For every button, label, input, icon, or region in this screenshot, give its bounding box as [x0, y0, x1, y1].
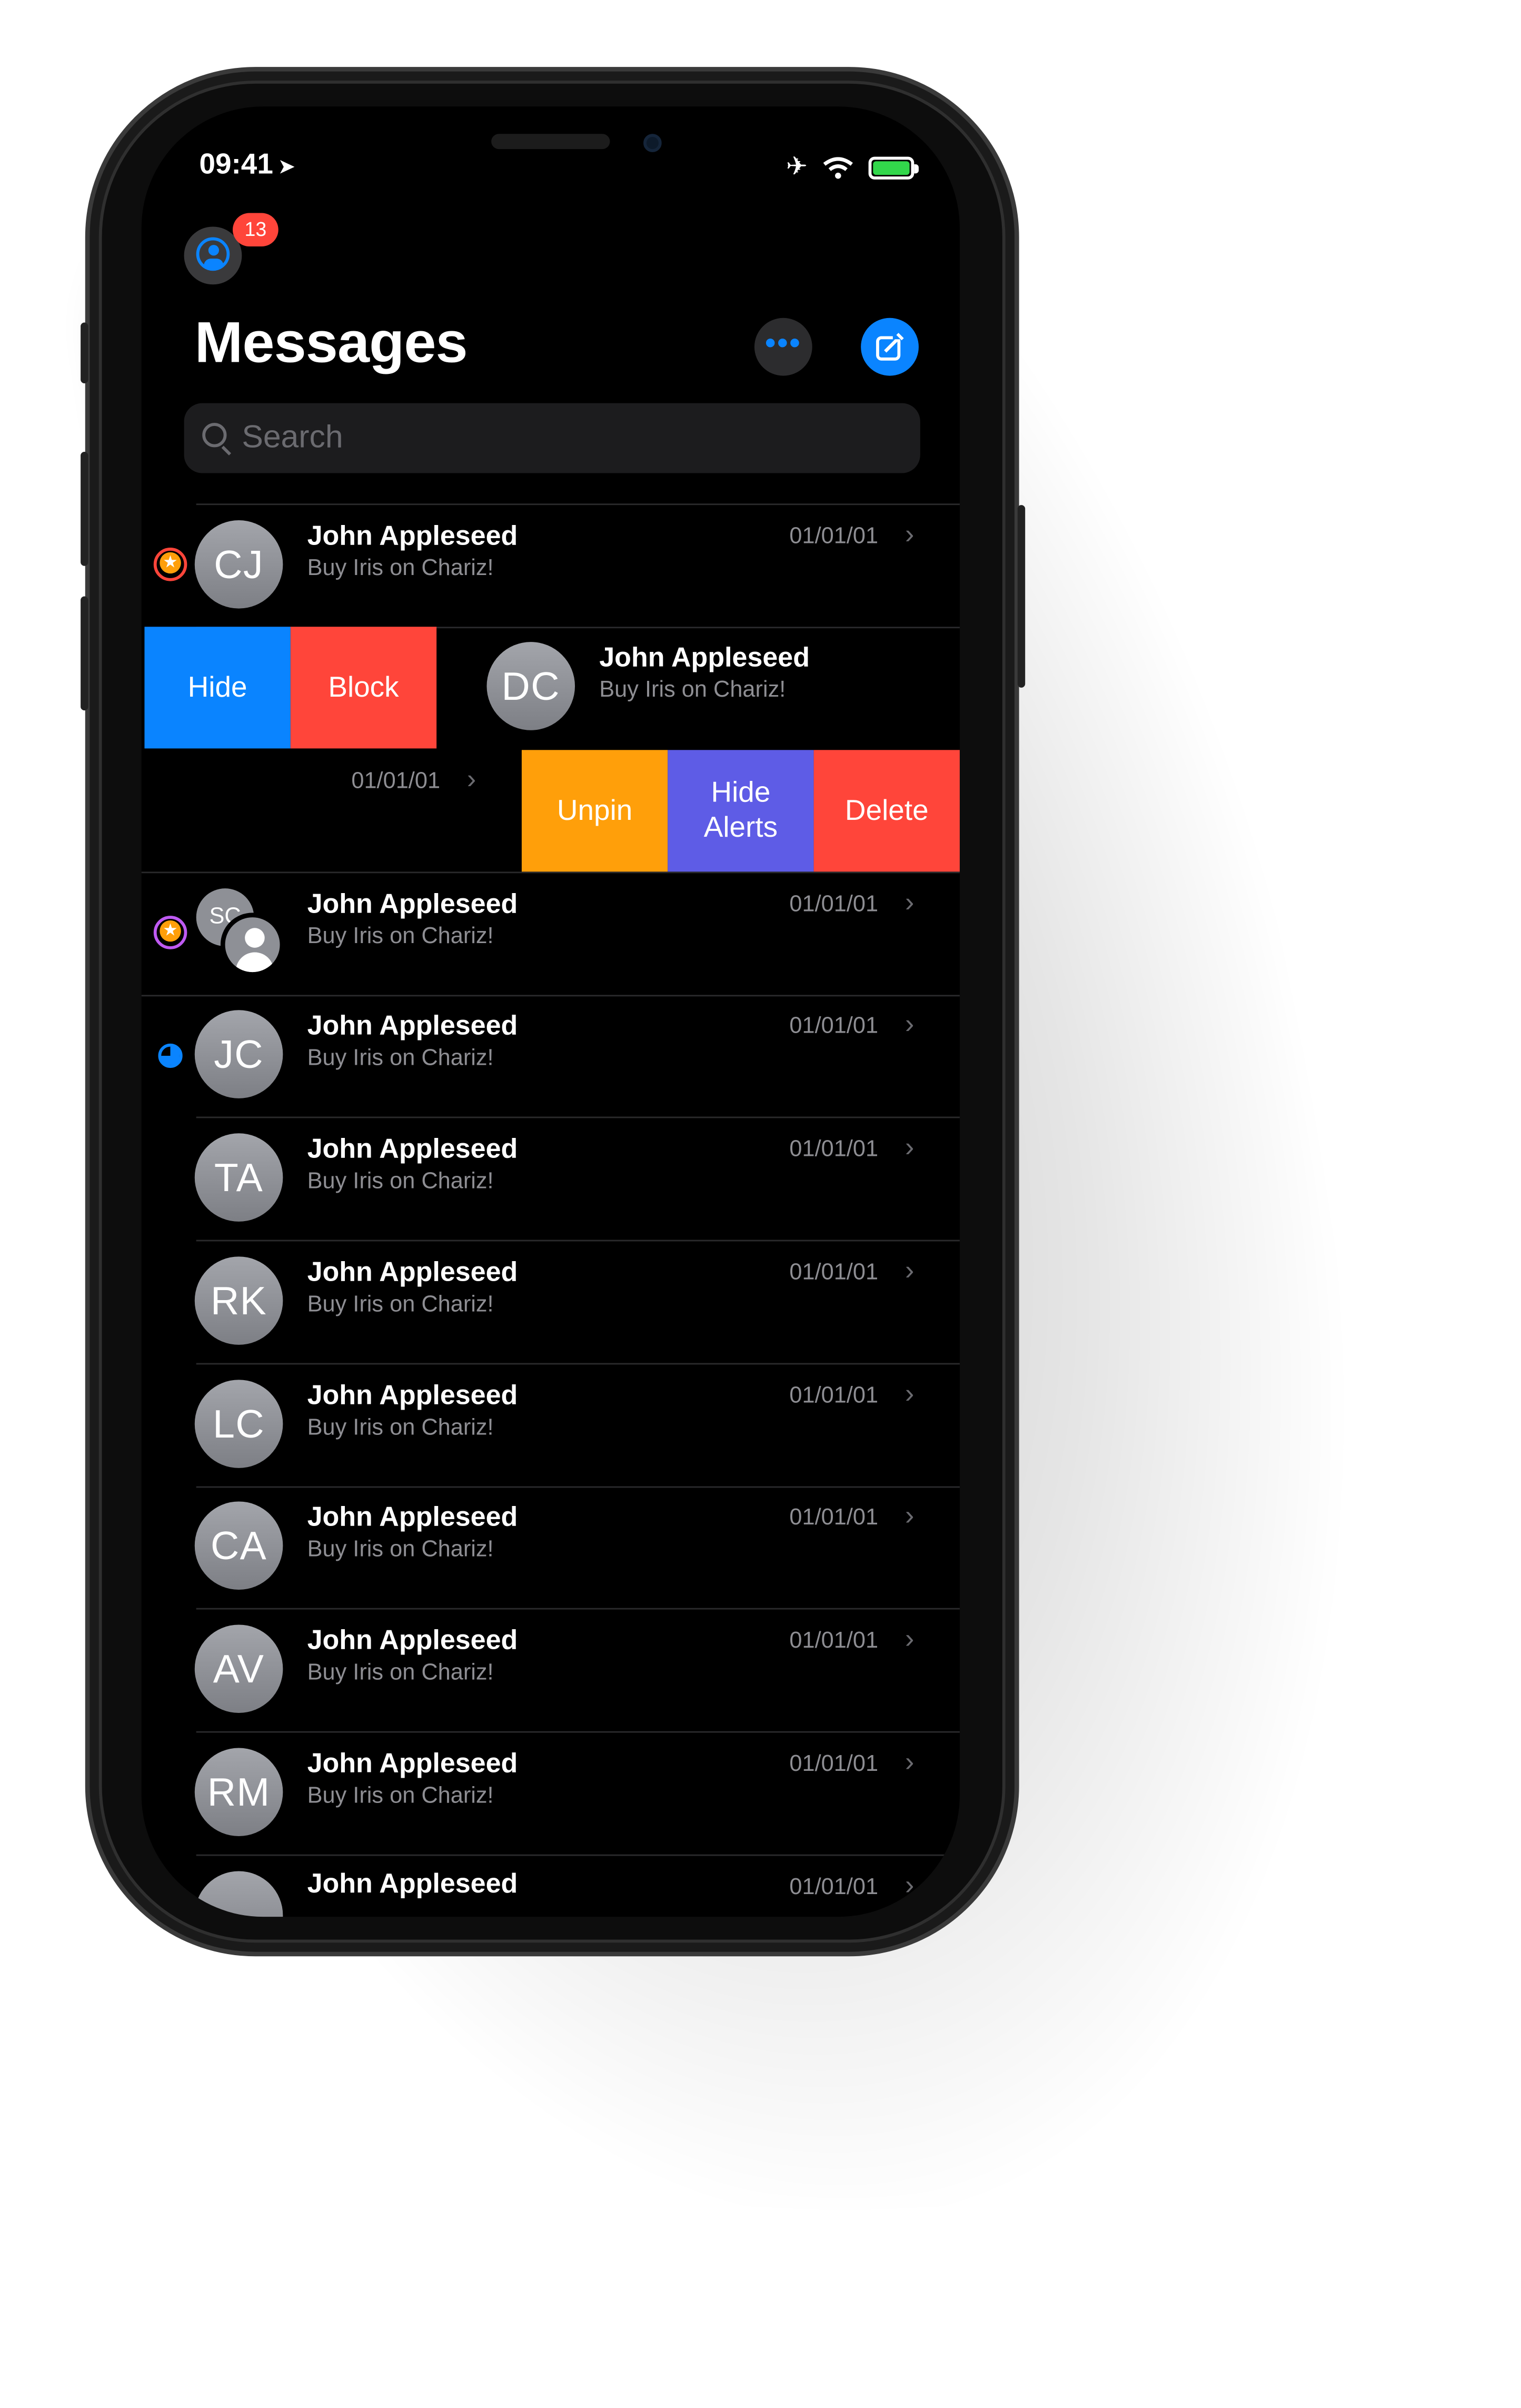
- contact-avatar: RK: [194, 1256, 283, 1345]
- contact-name: John Appleseed: [307, 520, 518, 551]
- message-preview: Buy Iris on Chariz!: [307, 1291, 494, 1317]
- battery-charging-icon: [868, 156, 919, 179]
- chevron-right-icon: ›: [904, 1255, 914, 1286]
- contact-avatar: JC: [194, 1010, 283, 1098]
- contact-name: John Appleseed: [307, 1133, 518, 1164]
- swipe-hide-button[interactable]: Hide: [144, 627, 291, 749]
- contact-name: John Appleseed: [307, 1256, 518, 1287]
- chevron-right-icon: ›: [904, 1869, 914, 1900]
- location-arrow-icon: ➤: [277, 153, 296, 179]
- app-screen: 09:41 ➤ ✈ 13 Messages ••• Search CJ John…: [141, 106, 960, 1917]
- compose-button[interactable]: [861, 318, 919, 376]
- swipe-delete-button[interactable]: Delete: [813, 750, 960, 872]
- row-divider: [196, 1608, 960, 1610]
- message-preview: Buy Iris on Chariz!: [307, 1536, 494, 1563]
- row-divider: [196, 1486, 960, 1488]
- clock-text: 09:41: [199, 149, 273, 181]
- chevron-right-icon: ›: [904, 1500, 914, 1531]
- star-icon: ★: [160, 920, 181, 942]
- page-title: Messages: [194, 312, 468, 376]
- contact-avatar: TA: [194, 1133, 283, 1222]
- contact-avatar: CJ: [194, 520, 283, 609]
- compose-icon: [876, 333, 905, 361]
- person-icon: [196, 237, 230, 271]
- contact-name: John Appleseed: [307, 1501, 518, 1532]
- row-divider: [141, 995, 960, 997]
- power-button: [1017, 505, 1026, 688]
- swipe-unpin-button[interactable]: Unpin: [521, 750, 668, 872]
- message-date: 01/01/01: [789, 1383, 879, 1409]
- message-preview: Buy Iris on Chariz!: [307, 923, 494, 949]
- contact-name: John Appleseed: [307, 1380, 518, 1411]
- search-field[interactable]: Search: [184, 403, 920, 473]
- message-preview: Buy Iris on Chariz!: [599, 677, 786, 703]
- front-camera: [643, 134, 662, 152]
- message-date: 01/01/01: [789, 1260, 879, 1286]
- message-date: 01/01/01: [789, 1504, 879, 1531]
- contact-name: John Appleseed: [307, 888, 518, 919]
- earpiece: [491, 134, 610, 150]
- contact-avatar: LC: [194, 1380, 283, 1468]
- message-date: 01/01/01: [789, 1751, 879, 1777]
- chevron-right-icon: ›: [904, 1132, 914, 1163]
- contact-name: John Appleseed: [599, 642, 810, 672]
- search-icon: [202, 423, 227, 448]
- message-preview: Buy Iris on Chariz!: [307, 1414, 494, 1441]
- pinned-indicator: ★: [153, 548, 187, 581]
- message-date: 01/01/01: [789, 1136, 879, 1163]
- row-divider: [196, 1116, 960, 1118]
- chevron-right-icon: ›: [904, 519, 914, 549]
- contact-avatar: CA: [194, 1501, 283, 1590]
- message-date: 01/01/01: [789, 1628, 879, 1654]
- message-preview: Buy Iris on Chariz!: [307, 1659, 494, 1686]
- pinned-indicator: ★: [153, 916, 187, 949]
- message-date: 01/01/01: [351, 768, 441, 795]
- message-date: 01/01/01: [789, 523, 879, 549]
- wifi-icon: [823, 156, 853, 179]
- contact-name: John Appleseed: [307, 1868, 518, 1899]
- message-preview: Buy Iris on Chariz!: [307, 555, 494, 581]
- row-divider: [141, 871, 960, 874]
- search-placeholder: Search: [242, 420, 343, 455]
- chevron-right-icon: ›: [904, 1008, 914, 1039]
- chevron-right-icon: ›: [904, 1378, 914, 1409]
- row-divider: [196, 1731, 960, 1733]
- message-preview: Buy Iris on Chariz!: [307, 1168, 494, 1194]
- message-date: 01/01/01: [789, 1874, 879, 1900]
- mute-switch: [81, 322, 88, 384]
- contact-avatar: DC: [486, 642, 575, 730]
- message-preview: Buy Iris on Chariz!: [307, 1045, 494, 1071]
- status-time: 09:41 ➤: [199, 149, 295, 183]
- row-divider: [196, 1240, 960, 1242]
- contact-name: John Appleseed: [307, 1748, 518, 1779]
- status-icons: ✈: [786, 152, 919, 181]
- volume-up-button: [81, 452, 88, 566]
- unread-indicator: [158, 1043, 183, 1068]
- group-avatar-person: [220, 913, 285, 977]
- contact-name: John Appleseed: [307, 1624, 518, 1656]
- notification-badge: 13: [233, 213, 279, 247]
- chevron-right-icon: ›: [904, 887, 914, 918]
- chevron-right-icon: ›: [904, 1746, 914, 1777]
- contact-avatar: [194, 1871, 283, 1917]
- contact-avatar: RM: [194, 1748, 283, 1837]
- message-date: 01/01/01: [789, 891, 879, 918]
- airplane-mode-icon: ✈: [786, 152, 808, 181]
- chevron-right-icon: ›: [904, 1623, 914, 1654]
- row-divider: [196, 1854, 960, 1856]
- message-date: 01/01/01: [789, 1013, 879, 1039]
- message-preview: Buy Iris on Chariz!: [307, 1782, 494, 1809]
- more-options-button[interactable]: •••: [754, 318, 812, 376]
- contact-name: John Appleseed: [307, 1010, 518, 1041]
- chevron-right-icon: ›: [466, 764, 476, 795]
- contact-avatar: AV: [194, 1624, 283, 1713]
- star-icon: ★: [160, 552, 181, 574]
- volume-down-button: [81, 596, 88, 711]
- row-divider: [196, 1363, 960, 1365]
- swipe-block-button[interactable]: Block: [290, 627, 437, 749]
- swipe-hide-alerts-button[interactable]: Hide Alerts: [668, 750, 814, 872]
